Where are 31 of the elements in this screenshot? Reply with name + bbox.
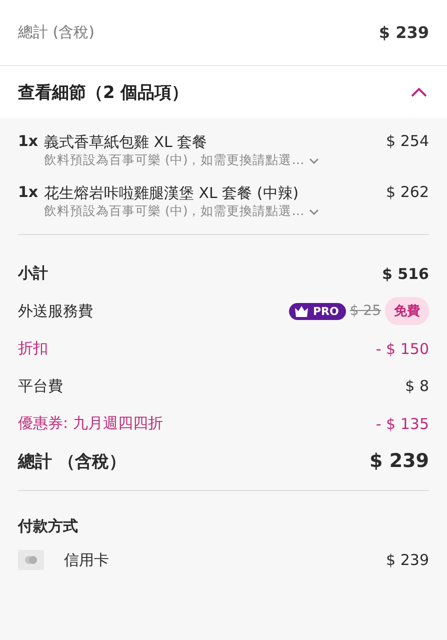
chevron-down-icon[interactable] <box>308 156 320 164</box>
fee-amount: - $ 135 <box>376 414 429 433</box>
collapse-icon[interactable] <box>409 85 429 99</box>
free-badge: 免費 <box>385 297 429 326</box>
chevron-down-icon[interactable] <box>308 208 320 216</box>
total-label: 總計 (含稅) <box>18 23 94 42</box>
item-name: 義式香草紙包雞 XL 套餐 <box>44 132 208 152</box>
item-price: $ 262 <box>386 183 429 201</box>
payment-method: 信用卡 <box>64 550 110 570</box>
fee-amount: $ 8 <box>405 377 429 396</box>
details-title: 查看細節（2 個品項） <box>18 82 189 104</box>
fee-label: 優惠券: 九月週四四折 <box>18 414 163 434</box>
quantity: 1x <box>18 132 40 150</box>
fee-amount: - $ 150 <box>376 340 429 358</box>
pro-badge: PRO <box>288 302 346 320</box>
payment-amount: $ 239 <box>386 551 429 569</box>
fee-label: 折扣 <box>18 339 48 358</box>
fee-label: 總計 （含稅） <box>18 450 126 473</box>
fee-amount: $ 516 <box>382 264 429 283</box>
item-note: 飲料預設為百事可樂 (中)，如需更換請點選… <box>44 203 304 220</box>
fee-label: 平台費 <box>18 376 63 396</box>
item-name: 花生熔岩咔啦雞腿漢堡 XL 套餐 (中辣) <box>44 183 300 203</box>
total-amount: $ 239 <box>378 23 429 42</box>
fee-amount: $ 239 <box>370 450 429 472</box>
item-note: 飲料預設為百事可樂 (中)，如需更換請點選… <box>44 152 304 169</box>
item-price: $ 254 <box>386 132 429 150</box>
fee-label: 外送服務費 <box>18 302 93 321</box>
fee-label: 小計 <box>18 264 48 284</box>
quantity: 1x <box>18 183 40 201</box>
payment-title: 付款方式 <box>18 517 79 536</box>
original-price: $ 25 <box>350 303 381 320</box>
